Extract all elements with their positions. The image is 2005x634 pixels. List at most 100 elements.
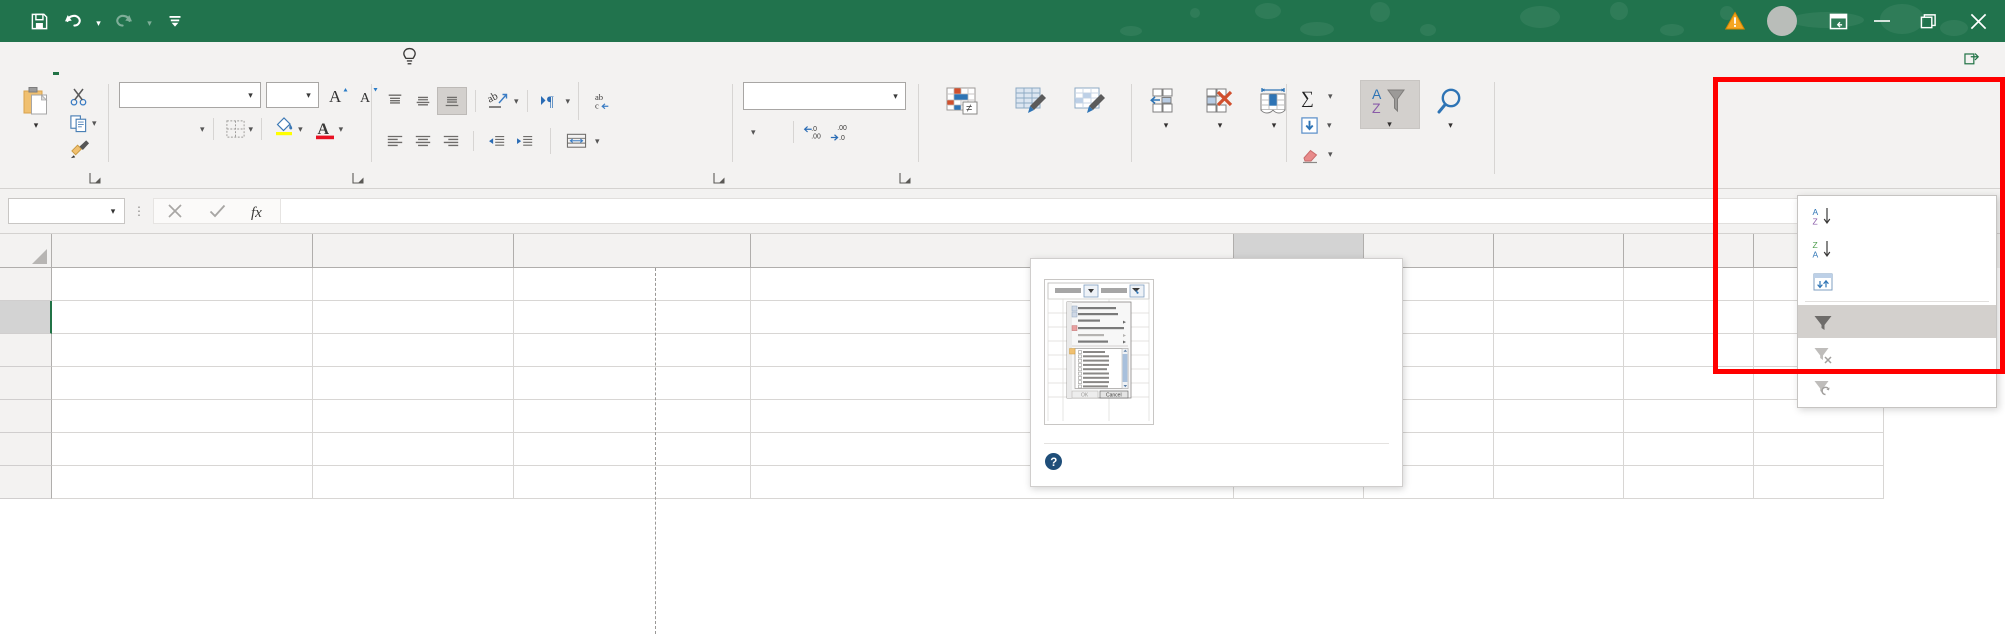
number-format-caret[interactable]: ▾ <box>886 91 905 102</box>
cell-i16[interactable] <box>1754 466 1884 499</box>
minimize-button[interactable] <box>1859 0 1905 42</box>
copy-dropdown-caret[interactable]: ▾ <box>92 118 97 128</box>
clear-dropdown-caret[interactable]: ▾ <box>1328 150 1333 159</box>
find-select-button[interactable]: ▾ <box>1420 82 1482 130</box>
row-header-15[interactable] <box>0 433 52 466</box>
tab-file[interactable] <box>0 42 39 75</box>
insert-cells-caret[interactable]: ▾ <box>1164 121 1169 130</box>
merge-center-dropdown-caret[interactable]: ▾ <box>595 136 600 146</box>
font-color-dropdown-caret[interactable]: ▾ <box>339 124 344 134</box>
italic-button[interactable] <box>146 114 173 144</box>
cell-g10[interactable] <box>1494 268 1624 301</box>
clipboard-dialog-launcher[interactable] <box>89 172 102 185</box>
middle-align-button[interactable] <box>409 86 437 116</box>
avatar[interactable] <box>1767 6 1797 36</box>
font-size-caret[interactable]: ▾ <box>299 90 318 101</box>
merge-center-button[interactable]: ▾ <box>561 126 605 156</box>
align-right-button[interactable] <box>437 126 465 156</box>
cell-g12[interactable] <box>1494 334 1624 367</box>
font-dialog-launcher[interactable] <box>352 172 365 185</box>
sort-filter-caret[interactable]: ▾ <box>1387 120 1392 129</box>
row-header-11[interactable] <box>0 301 52 334</box>
menu-item-sort-z-to-a[interactable]: ZA <box>1798 232 1996 265</box>
cell-a11[interactable] <box>52 301 313 334</box>
percent-style-button[interactable] <box>764 117 774 147</box>
name-box-caret[interactable]: ▾ <box>102 206 124 217</box>
column-header-b[interactable] <box>313 234 514 268</box>
delete-cells-caret[interactable]: ▾ <box>1218 121 1223 130</box>
cell-g15[interactable] <box>1494 433 1624 466</box>
cell-g16[interactable] <box>1494 466 1624 499</box>
autosum-button[interactable]: ∑ ▾ <box>1295 82 1338 111</box>
tab-help[interactable] <box>345 42 379 75</box>
fill-color-dropdown-caret[interactable]: ▾ <box>298 124 303 134</box>
cell-a15[interactable] <box>52 433 313 466</box>
paste-dropdown-caret[interactable]: ▾ <box>34 121 39 130</box>
formula-bar-grip[interactable]: ⋮ <box>125 204 153 218</box>
format-cells-caret[interactable]: ▾ <box>1272 121 1277 130</box>
cell-a12[interactable] <box>52 334 313 367</box>
share-button[interactable] <box>1954 47 1995 71</box>
close-button[interactable] <box>1951 0 2005 42</box>
borders-button[interactable] <box>222 114 249 144</box>
increase-font-size-button[interactable]: A <box>324 82 354 108</box>
column-header-a[interactable] <box>52 234 313 268</box>
underline-dropdown-caret[interactable]: ▾ <box>200 124 205 134</box>
clear-button[interactable]: ▾ <box>1295 140 1338 169</box>
cell-h16[interactable] <box>1624 466 1754 499</box>
tab-view[interactable] <box>243 42 277 75</box>
decrease-decimal-button[interactable]: .0.00 <box>801 117 827 147</box>
cell-b12[interactable] <box>313 334 514 367</box>
format-painter-button[interactable] <box>64 136 102 162</box>
tab-page-layout[interactable] <box>107 42 141 75</box>
insert-function-icon[interactable]: fx <box>238 198 280 224</box>
cell-b14[interactable] <box>313 400 514 433</box>
underline-button[interactable] <box>173 114 200 144</box>
menu-item-custom-sort[interactable] <box>1798 265 1996 298</box>
cell-h11[interactable] <box>1624 301 1754 334</box>
number-format-combo[interactable]: ▾ <box>743 82 906 110</box>
fill-color-button[interactable] <box>270 114 298 144</box>
accounting-format-button[interactable] <box>743 117 751 147</box>
cell-h10[interactable] <box>1624 268 1754 301</box>
cancel-formula-icon[interactable] <box>154 198 196 224</box>
align-left-button[interactable] <box>381 126 409 156</box>
tab-insert[interactable] <box>73 42 107 75</box>
increase-indent-button[interactable] <box>510 126 538 156</box>
cut-button[interactable] <box>64 84 102 110</box>
orientation-dropdown-caret[interactable]: ▾ <box>514 96 519 106</box>
formula-input[interactable] <box>281 198 1997 224</box>
tell-me-box[interactable] <box>379 42 430 75</box>
select-all-corner[interactable] <box>0 234 52 268</box>
format-as-table-button[interactable] <box>1001 82 1061 120</box>
cell-b16[interactable] <box>313 466 514 499</box>
accounting-format-caret[interactable]: ▾ <box>751 127 756 137</box>
cell-a13[interactable] <box>52 367 313 400</box>
alignment-dialog-launcher[interactable] <box>713 172 726 185</box>
top-align-button[interactable] <box>381 86 409 116</box>
paste-button[interactable]: ▾ <box>8 82 64 130</box>
conditional-formatting-button[interactable]: ≠ <box>929 82 997 120</box>
find-select-caret[interactable]: ▾ <box>1448 121 1453 130</box>
cell-c15[interactable] <box>514 433 751 466</box>
cell-c16[interactable] <box>514 466 751 499</box>
cell-h13[interactable] <box>1624 367 1754 400</box>
cell-b15[interactable] <box>313 433 514 466</box>
cell-c11[interactable] <box>514 301 751 334</box>
tab-data[interactable] <box>175 42 209 75</box>
cell-a10[interactable] <box>52 268 313 301</box>
enter-formula-icon[interactable] <box>196 198 238 224</box>
restore-button[interactable] <box>1905 0 1951 42</box>
center-align-button[interactable] <box>409 126 437 156</box>
fill-button[interactable]: ▾ <box>1295 111 1338 140</box>
cell-g14[interactable] <box>1494 400 1624 433</box>
name-box[interactable]: ▾ <box>8 198 125 224</box>
fill-dropdown-caret[interactable]: ▾ <box>1327 121 1332 130</box>
column-header-h[interactable] <box>1624 234 1754 268</box>
cell-i15[interactable] <box>1754 433 1884 466</box>
bottom-align-button[interactable] <box>437 87 467 115</box>
orientation-button[interactable]: ab <box>484 86 514 116</box>
warning-icon[interactable] <box>1724 10 1746 32</box>
tab-home[interactable] <box>39 42 73 75</box>
decrease-indent-button[interactable] <box>482 126 510 156</box>
